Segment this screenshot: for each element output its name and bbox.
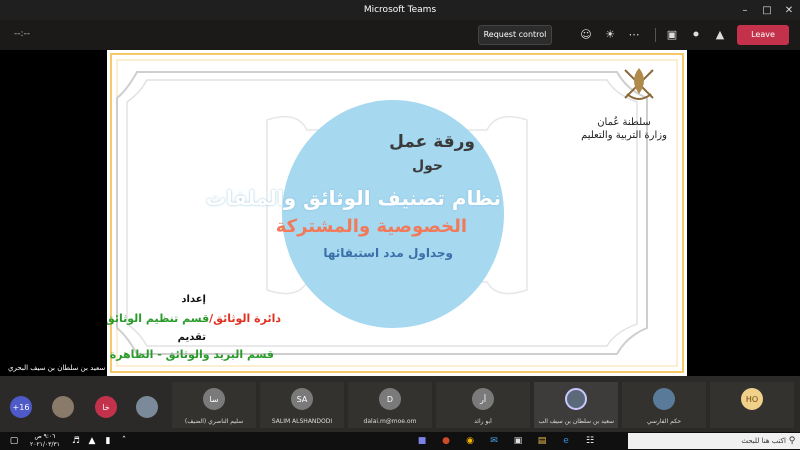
request-control-button[interactable]: Request control — [478, 25, 552, 45]
presented-by: قسم البريد والوثائق - الظاهرة — [109, 348, 274, 361]
slide-line-3: نظام تصنيف الوثائق والملفات — [205, 186, 501, 210]
participant-avatar[interactable] — [52, 396, 74, 418]
participant-name: سليم الناصري (الضيف) — [184, 418, 244, 425]
taskbar-clock: ٩:٠٦ ص ٢٠٢١/٠٣/٣١ — [30, 433, 60, 449]
prepared-by-department: دائرة الوثائق/ — [209, 312, 281, 325]
leave-label: Leave — [751, 30, 775, 39]
toolbar-divider — [655, 28, 656, 42]
mic-off-icon[interactable]: ⚫ — [688, 27, 704, 43]
battery-icon[interactable]: ▮ — [102, 435, 114, 447]
participant-tile[interactable]: سا سليم الناصري (الضيف) — [172, 382, 256, 428]
avatar: سا — [203, 388, 225, 410]
overflow-participants[interactable]: +16 — [10, 396, 32, 418]
participant-tile[interactable]: SA SALIM ALSHANDODI — [260, 382, 344, 428]
camera-off-icon[interactable]: ▣ — [664, 27, 680, 43]
chevron-up-icon[interactable]: ˆ — [118, 435, 130, 447]
participant-name: سعيد بن سلطان بن سيف الب... — [538, 418, 614, 425]
more-options-icon[interactable]: ⋯ — [626, 27, 642, 43]
call-timer: --:-- — [14, 29, 31, 39]
participant-avatar-initials[interactable]: خا — [95, 396, 117, 418]
participant-strip: +16 خا سا سليم الناصري (الضيف) SA SALIM … — [0, 376, 800, 432]
close-icon[interactable]: ✕ — [778, 0, 800, 20]
speaker-icon[interactable]: ♬ — [70, 435, 82, 447]
prepared-label: إعداد — [181, 294, 206, 305]
participant-tile[interactable]: أر أبو رائد — [436, 382, 530, 428]
edge-icon[interactable]: e — [560, 435, 572, 447]
avatar: SA — [291, 388, 313, 410]
avatar-photo — [653, 388, 675, 410]
participant-avatar-photo[interactable] — [136, 396, 158, 418]
participant-name: dalai.m@moe.om — [363, 418, 417, 425]
avatar: D — [379, 388, 401, 410]
prepared-by-section: قسم تنظيم الوثائق — [107, 312, 210, 325]
ministry-line-2: وزارة التربية والتعليم — [581, 130, 667, 141]
title-bar: Microsoft Teams – □ ✕ — [0, 0, 800, 20]
search-placeholder: اكتب هنا للبحث — [741, 437, 786, 445]
search-icon: ⚲ — [788, 436, 796, 446]
participants-icon[interactable]: ☺ — [578, 27, 594, 43]
reactions-icon[interactable]: ☀ — [602, 27, 618, 43]
shared-content-stage: ورقة عمل حول نظام تصنيف الوثائق والملفات… — [0, 50, 800, 376]
app-icon[interactable]: ● — [440, 435, 452, 447]
share-tray-icon[interactable]: ▲ — [712, 27, 728, 43]
slide-frame-graphic — [110, 53, 684, 373]
store-icon[interactable]: ▣ — [512, 435, 524, 447]
participant-name: SALIM ALSHANDODI — [271, 418, 333, 425]
minimize-icon[interactable]: – — [734, 0, 756, 20]
shared-slide: ورقة عمل حول نظام تصنيف الوثائق والملفات… — [107, 50, 687, 376]
ministry-logo-text: سلطنة عُمان وزارة التربية والتعليم — [569, 116, 679, 142]
slide-line-5: وجداول مدد استبقائها — [323, 246, 453, 260]
taskbar-search-input[interactable]: اكتب هنا للبحث — [628, 433, 800, 449]
mail-icon[interactable]: ✉ — [488, 435, 500, 447]
prepared-by: دائرة الوثائق/قسم تنظيم الوثائق — [107, 312, 281, 325]
participant-tile[interactable]: D dalai.m@moe.om — [348, 382, 432, 428]
participant-name: حكم الفارسي — [646, 418, 682, 425]
chrome-icon[interactable]: ◉ — [464, 435, 476, 447]
windows-taskbar: ▢ ٩:٠٦ ص ٢٠٢١/٠٣/٣١ ♬ ▲ ▮ ˆ ■ ● ◉ ✉ ▣ ▤ … — [0, 432, 800, 450]
avatar: HO — [741, 388, 763, 410]
slide-line-4: الخصوصية والمشتركة — [275, 216, 467, 237]
ministry-line-1: سلطنة عُمان — [597, 117, 651, 128]
window-title: Microsoft Teams — [363, 5, 437, 15]
teams-icon[interactable]: ■ — [416, 435, 428, 447]
participant-tile[interactable]: حكم الفارسي — [622, 382, 706, 428]
clock-date: ٢٠٢١/٠٣/٣١ — [30, 441, 60, 448]
maximize-icon[interactable]: □ — [756, 0, 778, 20]
participant-tile[interactable]: HO — [710, 382, 794, 428]
slide-line-2: حول — [411, 158, 443, 174]
slide-line-1: ورقة عمل — [389, 132, 475, 152]
avatar: أر — [472, 388, 494, 410]
file-explorer-icon[interactable]: ▤ — [536, 435, 548, 447]
leave-button[interactable]: Leave — [737, 25, 789, 45]
notification-icon[interactable]: ▢ — [8, 435, 20, 447]
presenter-name: سعيد بن سلطان بن سيف البحري — [8, 364, 106, 372]
participant-name: أبو رائد — [474, 418, 492, 425]
task-view-icon[interactable]: ☷ — [584, 435, 596, 447]
avatar-photo — [565, 388, 587, 410]
participant-tile-active[interactable]: سعيد بن سلطان بن سيف الب... — [534, 382, 618, 428]
clock-time: ٩:٠٦ ص — [34, 433, 56, 440]
call-toolbar: --:-- Request control ☺ ☀ ⋯ ▣ ⚫ ▲ Leave — [0, 20, 800, 50]
network-icon[interactable]: ▲ — [86, 435, 98, 447]
presented-label: تقديم — [177, 332, 206, 343]
